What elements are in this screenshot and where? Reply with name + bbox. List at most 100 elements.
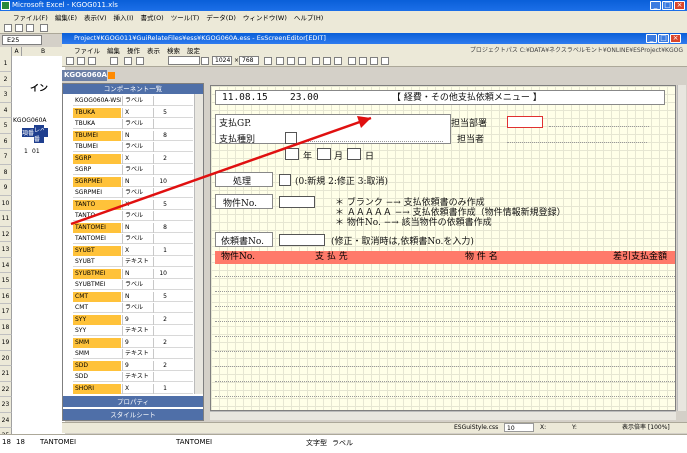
component-row[interactable]: KGOG060A-WSNAMEラベル — [73, 96, 193, 106]
excel-menu-item[interactable]: ファイル(F) — [12, 12, 49, 22]
open-file-icon[interactable] — [15, 24, 23, 32]
canvas-horizontal-scrollbar[interactable] — [210, 411, 676, 420]
bottom-cell-b[interactable]: TANTOMEI — [40, 438, 76, 446]
editor-menu-item[interactable]: ファイル — [74, 45, 100, 55]
editor-delete-icon[interactable] — [110, 57, 118, 65]
cell-r8-a[interactable]: 1 — [24, 148, 28, 155]
new-file-icon[interactable] — [4, 24, 12, 32]
status-zoom[interactable]: 表示倍率 [100%] — [622, 423, 670, 433]
bottom-cell-c[interactable]: TANTOMEI — [176, 438, 212, 446]
property-button[interactable]: プロパティ — [63, 395, 203, 407]
row-header[interactable]: 21 — [0, 366, 12, 382]
component-row[interactable]: CMT N 5 — [73, 291, 193, 302]
align-middle-icon[interactable] — [323, 57, 331, 65]
grid-icon[interactable] — [348, 57, 356, 65]
excel-menu-item[interactable]: ツール(T) — [170, 12, 201, 22]
component-row[interactable]: SDD テキスト — [73, 372, 193, 382]
row-header[interactable]: 22 — [0, 381, 12, 397]
search-icon[interactable] — [201, 57, 209, 65]
maximize-icon[interactable]: □ — [662, 1, 673, 10]
name-box[interactable]: E25 — [2, 35, 42, 45]
editor-minimize-icon[interactable]: _ — [646, 34, 657, 43]
excel-menu-item[interactable]: 挿入(I) — [113, 12, 135, 22]
excel-menu-item[interactable]: 書式(O) — [140, 12, 165, 22]
component-row[interactable]: SYUBTMEI N 10 — [73, 268, 193, 279]
row-header[interactable]: 5 — [0, 118, 12, 134]
excel-menu-item[interactable]: 編集(E) — [54, 12, 78, 22]
component-row[interactable]: SHORI X 1 — [73, 383, 193, 394]
row-header[interactable]: 18 — [0, 319, 12, 335]
cell-number-header[interactable]: 番 — [34, 134, 44, 143]
component-row[interactable]: SYY 9 2 — [73, 314, 193, 325]
row-header[interactable]: 2 — [0, 71, 12, 87]
status-font-size[interactable]: 10 — [504, 423, 534, 432]
row-header[interactable]: 23 — [0, 397, 12, 413]
screen-width-field[interactable]: 1024 — [212, 56, 232, 65]
chart-icon[interactable] — [381, 57, 389, 65]
col-header-a[interactable]: A — [12, 47, 22, 56]
component-row[interactable]: SMM 9 2 — [73, 337, 193, 348]
component-row[interactable]: SMM テキスト — [73, 349, 193, 359]
row-header[interactable]: 15 — [0, 273, 12, 289]
row-header[interactable]: 11 — [0, 211, 12, 227]
excel-menu-item[interactable]: ウィンドウ(W) — [242, 12, 288, 22]
component-row[interactable]: SYUBT テキスト — [73, 257, 193, 267]
editor-menu-item[interactable]: 編集 — [107, 45, 120, 55]
align-left-icon[interactable] — [276, 57, 284, 65]
row-header[interactable]: 19 — [0, 335, 12, 351]
bottom-cell-a[interactable]: 18 — [16, 438, 25, 446]
editor-redo-icon[interactable] — [136, 57, 144, 65]
excel-menu-item[interactable]: ヘルプ(H) — [293, 12, 324, 22]
editor-maximize-icon[interactable]: □ — [658, 34, 669, 43]
row-header[interactable]: 8 — [0, 164, 12, 180]
form-tab[interactable]: KGOG060A — [62, 70, 107, 81]
component-row[interactable]: SYY テキスト — [73, 326, 193, 336]
save-icon[interactable] — [26, 24, 34, 32]
design-canvas[interactable]: 11.08.15 23.00 【 経費・その他支払依頼メニュー 】 支払GP. … — [70, 85, 676, 411]
row-header[interactable]: 6 — [0, 133, 12, 149]
screen-height-field[interactable]: 768 — [239, 56, 259, 65]
row-header[interactable]: 1 — [0, 56, 12, 72]
canvas-vertical-scrollbar[interactable] — [677, 85, 686, 411]
excel-sheet[interactable]: A B 1 2 3 4 5 6 7 8 9 10 11 12 13 14 15 16 17 18 19 20 21 22 2… — [0, 47, 65, 453]
minimize-icon[interactable]: _ — [650, 1, 661, 10]
layout-icon[interactable] — [359, 57, 367, 65]
select-all-corner[interactable] — [0, 47, 12, 56]
editor-open-icon[interactable] — [77, 57, 85, 65]
form-tab-close-icon[interactable] — [108, 72, 115, 79]
row-header[interactable]: 10 — [0, 195, 12, 211]
apply-size-icon[interactable] — [264, 57, 272, 65]
editor-menu-item[interactable]: 検索 — [167, 45, 180, 55]
bottom-cell-d[interactable]: 文字型 — [306, 438, 327, 448]
row-header[interactable]: 14 — [0, 257, 12, 273]
print-icon[interactable] — [40, 24, 48, 32]
row-header[interactable]: 12 — [0, 226, 12, 242]
table-icon[interactable] — [370, 57, 378, 65]
row-header[interactable]: 17 — [0, 304, 12, 320]
row-header[interactable]: 13 — [0, 242, 12, 258]
editor-menu-item[interactable]: 表示 — [147, 45, 160, 55]
stylesheet-button[interactable]: スタイルシート — [63, 408, 203, 420]
editor-save-icon[interactable] — [88, 57, 96, 65]
editor-undo-icon[interactable] — [124, 57, 132, 65]
row-header[interactable]: 9 — [0, 180, 12, 196]
cell-program-id[interactable]: KGOG060A — [13, 117, 47, 124]
row-header[interactable]: 4 — [0, 102, 12, 118]
row-header[interactable]: 24 — [0, 412, 12, 428]
row-header[interactable]: 3 — [0, 87, 12, 103]
col-header-b[interactable]: B — [22, 47, 65, 56]
row-header[interactable]: 16 — [0, 288, 12, 304]
bottom-cell-e[interactable]: ラベル — [332, 438, 353, 448]
align-top-icon[interactable] — [312, 57, 320, 65]
component-row[interactable]: SYUBT X 1 — [73, 245, 193, 256]
excel-menu-item[interactable]: 表示(V) — [83, 12, 108, 22]
editor-close-icon[interactable]: × — [670, 34, 681, 43]
cell-level-header[interactable]: レベ — [34, 125, 44, 134]
editor-new-icon[interactable] — [66, 57, 74, 65]
search-field[interactable] — [168, 56, 200, 65]
excel-menu-item[interactable]: データ(D) — [205, 12, 237, 22]
component-row[interactable]: SYUBTMEI ラベル — [73, 280, 193, 290]
align-right-icon[interactable] — [298, 57, 306, 65]
component-row[interactable]: CMT ラベル — [73, 303, 193, 313]
align-bottom-icon[interactable] — [334, 57, 342, 65]
